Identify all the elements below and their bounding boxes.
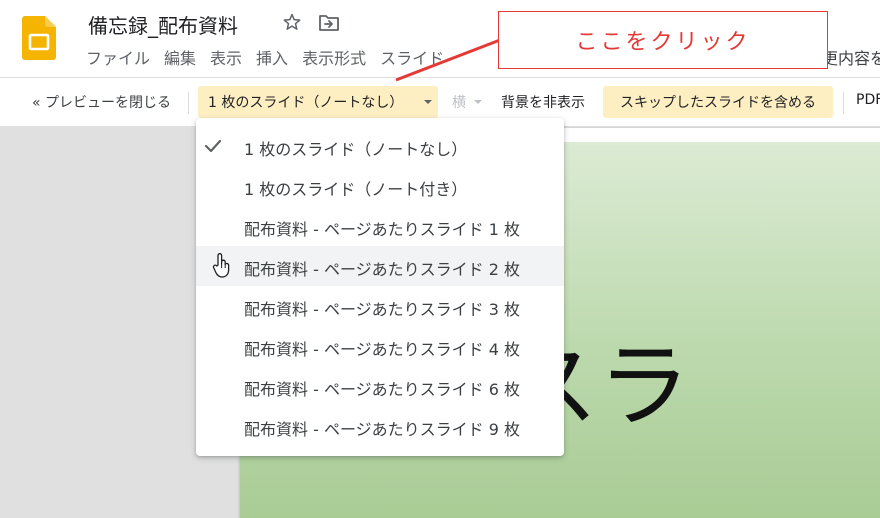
- annotation-text: ここをクリック: [575, 30, 751, 55]
- layout-option-handout-9[interactable]: 配布資料 - ページあたりスライド 9 枚: [196, 406, 564, 446]
- layout-option-handout-6[interactable]: 配布資料 - ページあたりスライド 6 枚: [196, 366, 564, 406]
- google-slides-icon[interactable]: [22, 16, 56, 60]
- move-to-folder-icon[interactable]: [318, 14, 340, 32]
- orientation-dropdown[interactable]: 横: [452, 92, 466, 112]
- menu-slide[interactable]: スライド: [380, 48, 444, 70]
- toolbar-divider: [188, 92, 189, 114]
- document-title[interactable]: 備忘録_配布資料: [88, 10, 238, 39]
- layout-option-label: 1 枚のスライド（ノートなし）: [244, 140, 468, 159]
- annotation-callout: ここをクリック: [498, 11, 828, 69]
- layout-option-1-slide-with-notes[interactable]: 1 枚のスライド（ノート付き）: [196, 166, 564, 206]
- layout-option-label: 配布資料 - ページあたりスライド 3 枚: [244, 300, 520, 319]
- layout-option-1-slide-no-notes[interactable]: 1 枚のスライド（ノートなし）: [196, 126, 564, 166]
- layout-option-handout-2[interactable]: 配布資料 - ページあたりスライド 2 枚: [196, 246, 564, 286]
- layout-option-label: 1 枚のスライド（ノート付き）: [244, 180, 468, 199]
- chevron-down-icon: [424, 100, 432, 104]
- menu-bar: ファイル 編集 表示 挿入 表示形式 スライド: [86, 48, 458, 70]
- layout-option-handout-4[interactable]: 配布資料 - ページあたりスライド 4 枚: [196, 326, 564, 366]
- layout-dropdown[interactable]: 1 枚のスライド（ノートなし）: [198, 86, 438, 118]
- menu-file[interactable]: ファイル: [86, 48, 150, 70]
- hand-cursor-icon: [212, 253, 230, 278]
- check-icon: [204, 139, 222, 153]
- layout-option-label: 配布資料 - ページあたりスライド 1 枚: [244, 220, 520, 239]
- layout-option-label: 配布資料 - ページあたりスライド 6 枚: [244, 380, 520, 399]
- menu-format[interactable]: 表示形式: [302, 48, 366, 70]
- layout-dropdown-menu: 1 枚のスライド（ノートなし） 1 枚のスライド（ノート付き） 配布資料 - ペ…: [196, 118, 564, 456]
- layout-option-label: 配布資料 - ページあたりスライド 9 枚: [244, 420, 520, 439]
- orientation-label: 横: [452, 95, 466, 111]
- layout-option-label: 配布資料 - ページあたりスライド 2 枚: [244, 260, 520, 279]
- layout-option-label: 配布資料 - ページあたりスライド 4 枚: [244, 340, 520, 359]
- include-skipped-slides-toggle[interactable]: スキップしたスライドを含める: [603, 86, 833, 118]
- menu-insert[interactable]: 挿入: [256, 48, 288, 70]
- menu-edit[interactable]: 編集: [164, 48, 196, 70]
- layout-option-handout-1[interactable]: 配布資料 - ページあたりスライド 1 枚: [196, 206, 564, 246]
- menu-view[interactable]: 表示: [210, 48, 242, 70]
- toolbar-divider: [843, 92, 844, 114]
- hide-background-button[interactable]: 背景を非表示: [501, 92, 585, 112]
- header-divider: [0, 77, 880, 78]
- download-pdf-button[interactable]: PDF: [856, 92, 880, 108]
- last-edit-link[interactable]: 更内容を: [822, 48, 880, 70]
- layout-option-handout-3[interactable]: 配布資料 - ページあたりスライド 3 枚: [196, 286, 564, 326]
- star-icon[interactable]: [282, 12, 302, 32]
- chevron-down-icon: [474, 100, 482, 104]
- include-skipped-slides-label: スキップしたスライドを含める: [620, 95, 816, 111]
- close-preview-button[interactable]: « プレビューを閉じる: [32, 92, 171, 112]
- layout-dropdown-label: 1 枚のスライド（ノートなし）: [208, 95, 404, 111]
